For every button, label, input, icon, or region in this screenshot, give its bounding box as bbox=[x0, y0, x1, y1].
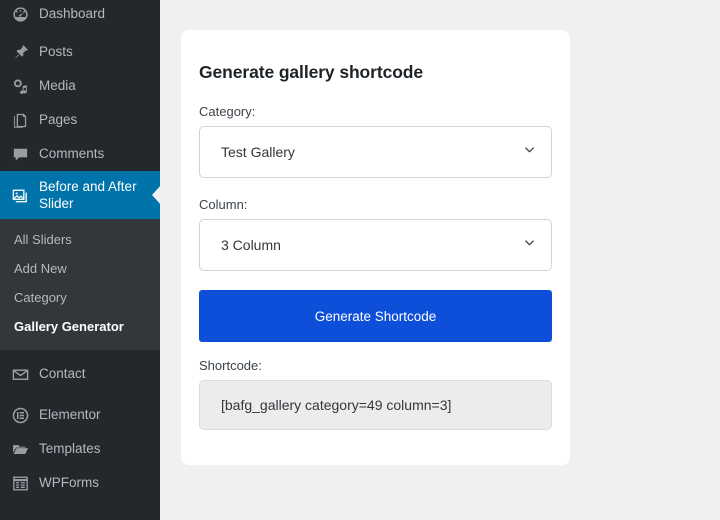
envelope-icon bbox=[10, 364, 30, 384]
menu-separator bbox=[0, 28, 160, 35]
admin-sidebar: Dashboard Posts Media Pages Comments Bef… bbox=[0, 0, 160, 520]
gallery-generator-card: Generate gallery shortcode Category: Tes… bbox=[181, 30, 570, 465]
pages-icon bbox=[10, 110, 30, 130]
sidebar-item-label: Pages bbox=[39, 111, 78, 127]
main-content: Generate gallery shortcode Category: Tes… bbox=[160, 0, 720, 520]
column-select-value: 3 Column bbox=[221, 237, 281, 253]
sidebar-item-contact[interactable]: Contact bbox=[0, 357, 160, 391]
category-label: Category: bbox=[199, 104, 256, 119]
sidebar-item-label: Media bbox=[39, 77, 76, 93]
column-label: Column: bbox=[199, 197, 248, 212]
menu-separator bbox=[0, 350, 160, 357]
column-select[interactable]: 3 Column bbox=[199, 219, 552, 271]
sidebar-item-dashboard[interactable]: Dashboard bbox=[0, 0, 160, 28]
dashboard-icon bbox=[10, 4, 30, 24]
sidebar-item-elementor[interactable]: Elementor bbox=[0, 398, 160, 432]
category-select[interactable]: Test Gallery bbox=[199, 126, 552, 178]
sidebar-item-comments[interactable]: Comments bbox=[0, 137, 160, 171]
sidebar-item-pages[interactable]: Pages bbox=[0, 103, 160, 137]
sidebar-item-posts[interactable]: Posts bbox=[0, 35, 160, 69]
sidebar-item-label: Posts bbox=[39, 43, 73, 59]
sidebar-item-media[interactable]: Media bbox=[0, 69, 160, 103]
sidebar-item-templates[interactable]: Templates bbox=[0, 432, 160, 466]
submenu-item-all-sliders[interactable]: All Sliders bbox=[0, 226, 160, 255]
sidebar-item-label: Elementor bbox=[39, 407, 101, 423]
submenu-item-add-new[interactable]: Add New bbox=[0, 255, 160, 284]
shortcode-label: Shortcode: bbox=[199, 358, 262, 373]
pin-icon bbox=[10, 42, 30, 62]
sidebar-item-wpforms[interactable]: WPForms bbox=[0, 466, 160, 500]
comments-icon bbox=[10, 144, 30, 164]
page-title: Generate gallery shortcode bbox=[199, 62, 424, 82]
elementor-icon bbox=[10, 405, 30, 425]
sidebar-item-label: Dashboard bbox=[39, 5, 106, 21]
images-icon bbox=[10, 185, 30, 205]
folder-icon bbox=[10, 439, 30, 459]
slider-submenu: All Sliders Add New Category Gallery Gen… bbox=[0, 219, 160, 351]
sidebar-item-label: Before and After Slider bbox=[39, 178, 137, 211]
generate-shortcode-button[interactable]: Generate Shortcode bbox=[199, 290, 552, 342]
shortcode-value: [bafg_gallery category=49 column=3] bbox=[221, 397, 452, 413]
sidebar-item-label: WPForms bbox=[39, 475, 99, 491]
shortcode-output[interactable]: [bafg_gallery category=49 column=3] bbox=[199, 380, 552, 430]
category-select-wrap: Test Gallery bbox=[199, 126, 552, 178]
sidebar-item-label: Contact bbox=[39, 366, 86, 382]
submenu-item-category[interactable]: Category bbox=[0, 284, 160, 313]
sidebar-item-before-and-after-slider[interactable]: Before and After Slider bbox=[0, 171, 160, 219]
media-icon bbox=[10, 76, 30, 96]
wordpress-admin-screen: Dashboard Posts Media Pages Comments Bef… bbox=[0, 0, 720, 520]
column-select-wrap: 3 Column bbox=[199, 219, 552, 271]
sidebar-item-label: Comments bbox=[39, 145, 105, 161]
wpforms-icon bbox=[10, 473, 30, 493]
submenu-item-gallery-generator[interactable]: Gallery Generator bbox=[0, 313, 160, 342]
category-select-value: Test Gallery bbox=[221, 144, 295, 160]
sidebar-item-label: Templates bbox=[39, 441, 101, 457]
menu-separator bbox=[0, 391, 160, 398]
